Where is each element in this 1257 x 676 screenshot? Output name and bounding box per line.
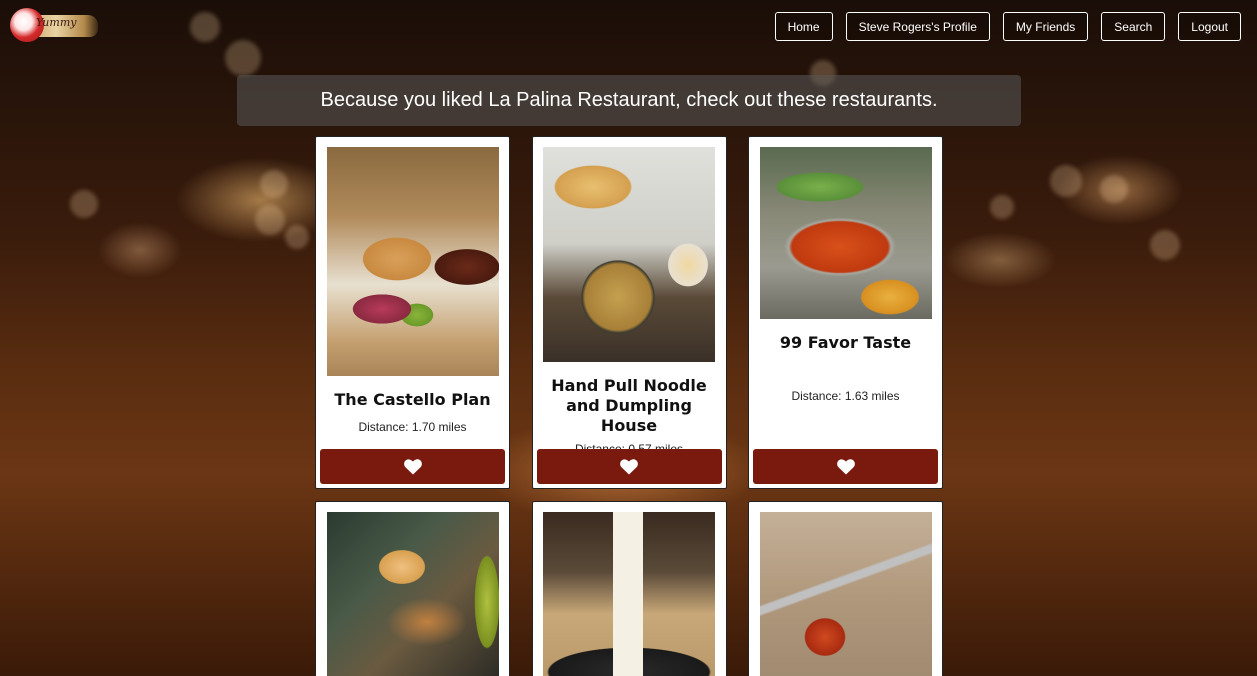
bokeh-light bbox=[255, 205, 285, 235]
bokeh-light bbox=[70, 190, 98, 218]
restaurant-card[interactable] bbox=[748, 501, 943, 676]
noodle-lift-photo bbox=[543, 512, 715, 676]
meatball-fork-photo bbox=[759, 512, 932, 676]
like-button[interactable] bbox=[536, 449, 722, 484]
restaurant-distance: Distance: 1.70 miles bbox=[358, 420, 467, 434]
restaurant-card[interactable]: Hand Pull Noodle and Dumpling House Dist… bbox=[531, 136, 727, 489]
bokeh-light bbox=[225, 40, 261, 76]
dumplings-and-noodle-soup-photo bbox=[543, 147, 715, 362]
nav-logout-button[interactable]: Logout bbox=[1178, 12, 1241, 41]
restaurant-card[interactable] bbox=[531, 501, 727, 676]
heart-icon bbox=[836, 458, 855, 474]
bokeh-light bbox=[1150, 230, 1180, 260]
yummy-logo[interactable]: Yummy bbox=[10, 7, 98, 43]
restaurant-card[interactable] bbox=[315, 501, 510, 676]
bokeh-light bbox=[190, 12, 220, 42]
bokeh-light bbox=[1100, 175, 1128, 203]
restaurant-card[interactable]: The Castello Plan Distance: 1.70 miles bbox=[315, 136, 510, 489]
nav-home-button[interactable]: Home bbox=[774, 12, 833, 41]
nav-search-button[interactable]: Search bbox=[1101, 12, 1166, 41]
bokeh-light bbox=[260, 170, 288, 198]
top-nav: Home Steve Rogers's Profile My Friends S… bbox=[774, 12, 1241, 41]
bokeh-light bbox=[990, 195, 1014, 219]
nav-friends-button[interactable]: My Friends bbox=[1002, 12, 1089, 41]
bokeh-light bbox=[285, 225, 309, 249]
nav-profile-button[interactable]: Steve Rogers's Profile bbox=[845, 12, 990, 41]
recommendation-banner: Because you liked La Palina Restaurant, … bbox=[237, 75, 1021, 126]
restaurant-card[interactable]: 99 Favor Taste Distance: 1.63 miles bbox=[748, 136, 943, 489]
restaurant-name: The Castello Plan bbox=[334, 390, 491, 409]
restaurant-name: 99 Favor Taste bbox=[779, 333, 912, 352]
hot-pot-photo bbox=[759, 147, 932, 319]
bokeh-light bbox=[1050, 165, 1082, 197]
restaurant-name: Hand Pull Noodle and Dumpling House bbox=[551, 376, 707, 435]
dumpling-chopsticks-photo bbox=[326, 512, 499, 676]
like-button[interactable] bbox=[320, 449, 505, 484]
heart-icon bbox=[620, 458, 638, 474]
logo-text: Yummy bbox=[36, 16, 77, 29]
like-button[interactable] bbox=[753, 449, 938, 484]
heart-icon bbox=[403, 458, 422, 474]
restaurant-distance: Distance: 1.63 miles bbox=[791, 389, 900, 403]
restaurant-grid: The Castello Plan Distance: 1.70 miles H… bbox=[315, 136, 943, 676]
burger-and-bacon-photo bbox=[326, 147, 499, 376]
